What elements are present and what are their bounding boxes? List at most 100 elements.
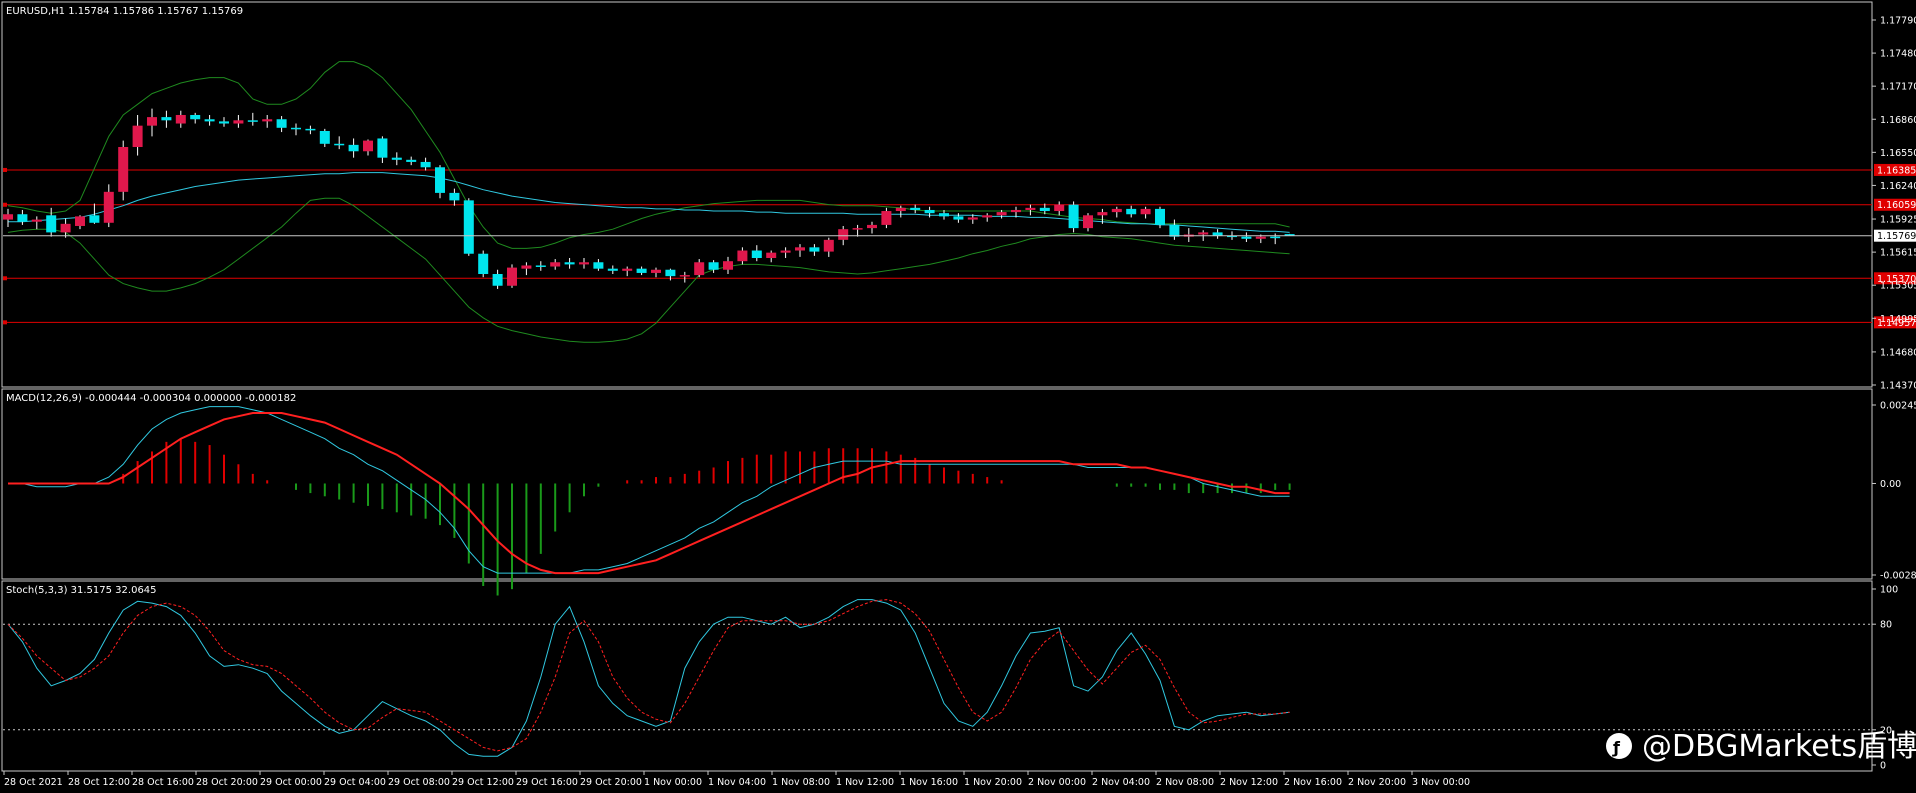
current-price-label: 1.15769 (1877, 231, 1916, 242)
bull-candle-body (233, 120, 244, 124)
candle (795, 244, 805, 257)
price-pane[interactable] (1, 1, 1873, 388)
candle (161, 110, 172, 128)
stoch-pane[interactable] (1, 580, 1873, 772)
weibo-icon-glyph: ƒ (1612, 738, 1621, 757)
candle (852, 224, 863, 237)
bull-candle-body (996, 212, 1007, 216)
candle (46, 207, 57, 237)
candle (175, 110, 186, 128)
horizontal-levels: 1.163851.160591.153701.14957 (3, 163, 1916, 329)
time-tick-label: 2 Nov 12:00 (1220, 777, 1278, 788)
time-tick-label: 29 Oct 04:00 (324, 777, 386, 788)
level-price-label: 1.16059 (1877, 200, 1916, 211)
time-tick-label: 29 Oct 12:00 (452, 777, 514, 788)
stoch-header: Stoch(5,3,3) 31.5175 32.0645 (6, 585, 157, 596)
time-axis: 28 Oct 2021 28 Oct 12:00 28 Oct 16:00 28 Oc… (3, 771, 1470, 788)
candle (766, 250, 777, 263)
bear-candle-body (319, 130, 330, 144)
candle (1155, 206, 1165, 229)
candle (492, 269, 503, 289)
bull-candle-body (579, 262, 589, 265)
bear-candle-body (17, 214, 28, 222)
candle (435, 165, 445, 199)
watermark: ƒ @DBGMarkets盾博 (1606, 729, 1916, 764)
trading-chart[interactable]: 1.163851.160591.153701.14957 1.15769 1.1… (0, 0, 1916, 793)
price-tick-label: 1.15925 (1880, 215, 1916, 226)
bull-candle-body (852, 228, 863, 230)
candle (1241, 232, 1252, 242)
bear-candle-body (953, 216, 964, 220)
bear-candle-body (809, 247, 820, 252)
bull-candle-body (507, 267, 517, 286)
candle (579, 257, 589, 269)
bull-candle-body (175, 114, 186, 124)
bear-candle-body (291, 127, 301, 130)
candle (535, 261, 546, 271)
candle (1140, 206, 1151, 219)
candle (823, 237, 834, 257)
candle (31, 216, 42, 230)
price-tick-label: 1.14680 (1880, 347, 1916, 358)
candle (953, 213, 964, 223)
candle (867, 221, 877, 234)
bull-candle-body (823, 239, 834, 252)
bear-candle-body (636, 268, 647, 273)
bull-candle-body (679, 275, 690, 277)
bollinger-lower (7, 197, 1290, 343)
bear-candle-body (420, 161, 431, 168)
candle (276, 116, 287, 133)
level-handle[interactable] (3, 320, 7, 325)
candle (449, 188, 460, 206)
level-handle[interactable] (3, 276, 7, 281)
price-tick-label: 1.16550 (1880, 148, 1916, 159)
bull-candle-body (881, 211, 892, 225)
candle (809, 244, 820, 256)
bear-candle-body (247, 120, 258, 122)
level-handle[interactable] (3, 202, 7, 207)
time-tick-label: 1 Nov 08:00 (772, 777, 830, 788)
bear-candle-body (334, 143, 345, 146)
candle (550, 259, 561, 270)
candle (1083, 213, 1093, 232)
bull-candle-body (1054, 204, 1065, 212)
bull-candle-body (694, 262, 705, 276)
time-tick-label: 1 Nov 20:00 (964, 777, 1022, 788)
bull-candle-body (550, 262, 561, 267)
bull-candle-body (132, 125, 143, 148)
bollinger-bands (7, 61, 1290, 343)
candle (1212, 229, 1223, 239)
bull-candle-body (867, 224, 877, 229)
time-tick-label: 1 Nov 04:00 (708, 777, 766, 788)
bear-candle-body (1155, 208, 1165, 225)
bear-candle-body (219, 121, 229, 124)
price-tick-label: 1.14995 (1880, 314, 1916, 325)
candle (636, 266, 647, 276)
bull-candle-body (1011, 209, 1021, 213)
candle (737, 247, 748, 265)
bear-candle-body (607, 268, 618, 271)
bull-candle-body (1255, 236, 1266, 239)
bear-candle-body (910, 207, 921, 210)
bull-candle-body (780, 250, 791, 253)
macd-pane[interactable] (1, 388, 1873, 580)
candle (723, 256, 733, 275)
candle (348, 138, 359, 158)
bull-candle-body (75, 216, 85, 226)
price-tick-label: 1.16860 (1880, 115, 1916, 126)
candle (564, 257, 575, 269)
candle (233, 114, 244, 128)
bear-candle-body (377, 138, 388, 158)
bear-candle-body (391, 157, 402, 160)
bear-candle-body (1039, 207, 1050, 212)
candle (1054, 201, 1065, 216)
bull-candle-body (521, 265, 532, 269)
level-handle[interactable] (3, 167, 7, 172)
bear-candle-body (535, 265, 546, 267)
price-tick-label: 1.16240 (1880, 181, 1916, 192)
bear-candle-body (751, 250, 762, 258)
candle (3, 208, 13, 228)
bull-candle-body (723, 261, 733, 270)
candle (334, 136, 345, 150)
candle (1183, 228, 1194, 242)
